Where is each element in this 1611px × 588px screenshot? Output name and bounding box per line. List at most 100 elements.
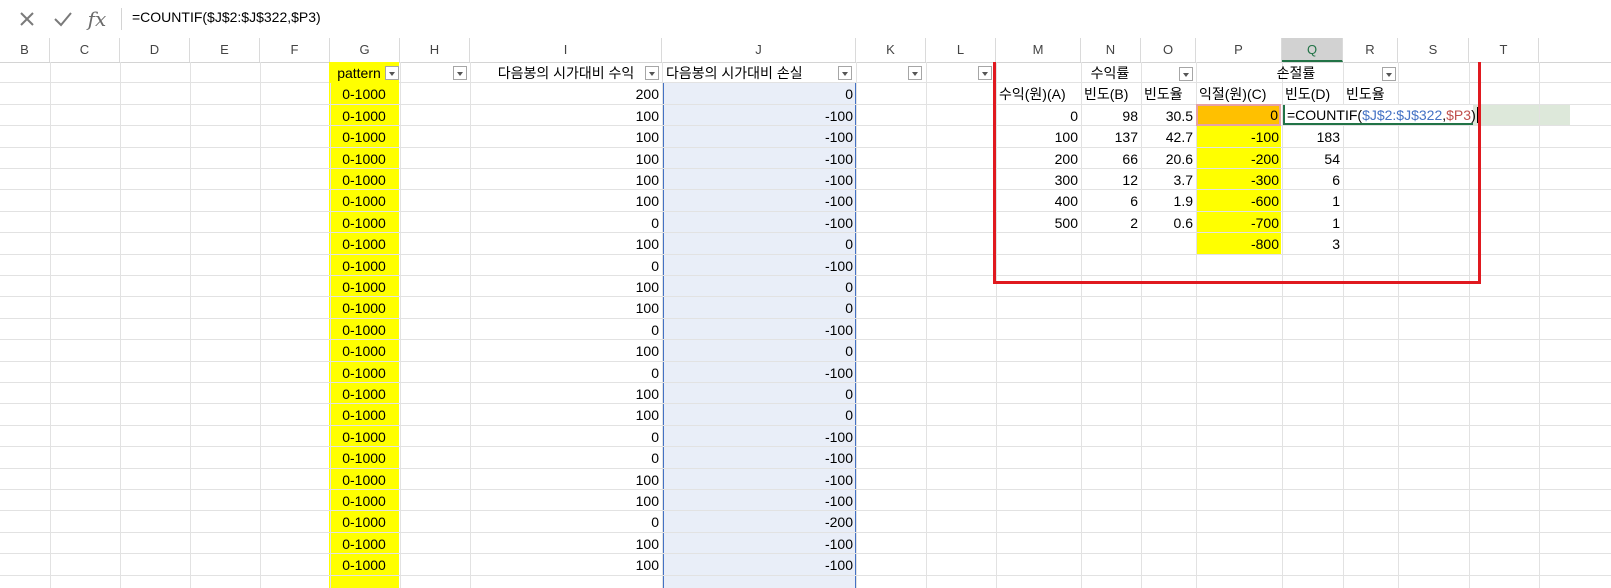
column-header-o[interactable]: O: [1141, 38, 1196, 62]
pattern-cell[interactable]: 0-1000: [329, 533, 399, 554]
pattern-cell[interactable]: 0-1000: [329, 297, 399, 318]
pattern-cell[interactable]: 0-1000: [329, 490, 399, 511]
column-header-t[interactable]: T: [1469, 38, 1539, 62]
column-header-p[interactable]: P: [1196, 38, 1282, 62]
formula-input[interactable]: =COUNTIF($J$2:$J$322,$P3): [132, 9, 321, 25]
cancel-x-icon[interactable]: [14, 6, 40, 32]
profit-cell[interactable]: 0: [470, 447, 662, 468]
profit-cell[interactable]: 100: [470, 469, 662, 490]
pattern-cell[interactable]: 0-1000: [329, 554, 399, 575]
filter-dropdown-g[interactable]: [385, 66, 399, 80]
loss-cell[interactable]: -100: [663, 255, 856, 276]
loss-cell[interactable]: -100: [663, 319, 856, 340]
loss-cell[interactable]: 0: [663, 233, 856, 254]
header-next-candle-profit[interactable]: 다음봉의 시가대비 수익: [470, 62, 662, 83]
profit-cell[interactable]: 100: [470, 297, 662, 318]
loss-cell[interactable]: -100: [663, 362, 856, 383]
pattern-cell[interactable]: 0-1000: [329, 126, 399, 147]
column-header-l[interactable]: L: [926, 38, 996, 62]
filter-dropdown-k[interactable]: [908, 66, 922, 80]
profit-cell[interactable]: 100: [470, 148, 662, 169]
column-header-s[interactable]: S: [1398, 38, 1469, 62]
pattern-cell[interactable]: 0-1000: [329, 233, 399, 254]
profit-cell[interactable]: 200: [470, 83, 662, 104]
column-header-f[interactable]: F: [260, 38, 330, 62]
loss-cell[interactable]: 0: [663, 276, 856, 297]
pattern-cell[interactable]: 0-1000: [329, 105, 399, 126]
pattern-cell[interactable]: 0-1000: [329, 404, 399, 425]
loss-cell[interactable]: 0: [663, 83, 856, 104]
column-header-i[interactable]: I: [470, 38, 662, 62]
pattern-cell[interactable]: 0-1000: [329, 83, 399, 104]
loss-cell[interactable]: -100: [663, 554, 856, 575]
loss-cell[interactable]: -100: [663, 169, 856, 190]
pattern-cell[interactable]: 0-1000: [329, 362, 399, 383]
pattern-cell[interactable]: 0-1000: [329, 276, 399, 297]
worksheet-grid[interactable]: 0-1000 200 0 0-1000 100 -100 0-1000 100 -100 0-10…: [0, 62, 1611, 588]
loss-cell[interactable]: -100: [663, 148, 856, 169]
column-header-k[interactable]: K: [856, 38, 926, 62]
profit-cell[interactable]: 100: [470, 233, 662, 254]
loss-cell[interactable]: -100: [663, 105, 856, 126]
insert-function-icon[interactable]: fx: [84, 6, 110, 32]
profit-cell[interactable]: 100: [470, 190, 662, 211]
profit-cell[interactable]: 100: [470, 533, 662, 554]
pattern-cell[interactable]: 0-1000: [329, 190, 399, 211]
loss-cell[interactable]: 0: [663, 383, 856, 404]
profit-cell[interactable]: 0: [470, 212, 662, 233]
profit-cell[interactable]: 0: [470, 511, 662, 532]
column-header-r[interactable]: R: [1343, 38, 1398, 62]
loss-cell[interactable]: 0: [663, 340, 856, 361]
filter-dropdown-h[interactable]: [453, 66, 467, 80]
column-header-h[interactable]: H: [400, 38, 470, 62]
loss-cell[interactable]: -100: [663, 126, 856, 147]
loss-cell[interactable]: 0: [663, 404, 856, 425]
pattern-cell[interactable]: 0-1000: [329, 426, 399, 447]
pattern-cell[interactable]: 0-1000: [329, 255, 399, 276]
pattern-cell[interactable]: 0-1000: [329, 340, 399, 361]
loss-cell[interactable]: -100: [663, 469, 856, 490]
loss-cell[interactable]: -100: [663, 447, 856, 468]
column-header-m[interactable]: M: [996, 38, 1081, 62]
pattern-cell[interactable]: 0-1000: [329, 169, 399, 190]
loss-cell[interactable]: -100: [663, 426, 856, 447]
filter-dropdown-l[interactable]: [978, 66, 992, 80]
loss-cell[interactable]: -100: [663, 490, 856, 511]
pattern-cell[interactable]: 0-1000: [329, 319, 399, 340]
column-header-d[interactable]: D: [120, 38, 190, 62]
column-header-q[interactable]: Q: [1282, 38, 1343, 62]
header-next-candle-loss[interactable]: 다음봉의 시가대비 손실: [663, 62, 856, 83]
filter-dropdown-j[interactable]: [838, 66, 852, 80]
column-header-c[interactable]: C: [50, 38, 120, 62]
loss-cell[interactable]: -100: [663, 190, 856, 211]
loss-cell[interactable]: -100: [663, 212, 856, 233]
profit-cell[interactable]: 0: [470, 362, 662, 383]
loss-cell[interactable]: -100: [663, 533, 856, 554]
profit-cell[interactable]: 100: [470, 276, 662, 297]
pattern-cell[interactable]: 0-1000: [329, 469, 399, 490]
loss-cell[interactable]: -200: [663, 511, 856, 532]
profit-cell[interactable]: 100: [470, 126, 662, 147]
profit-cell[interactable]: 100: [470, 554, 662, 575]
column-header-g[interactable]: G: [330, 38, 400, 62]
profit-cell[interactable]: 100: [470, 169, 662, 190]
profit-cell[interactable]: 0: [470, 426, 662, 447]
pattern-cell[interactable]: 0-1000: [329, 511, 399, 532]
column-header-e[interactable]: E: [190, 38, 260, 62]
column-header-b[interactable]: B: [0, 38, 50, 62]
profit-cell[interactable]: 0: [470, 255, 662, 276]
profit-cell[interactable]: 100: [470, 404, 662, 425]
pattern-cell[interactable]: 0-1000: [329, 212, 399, 233]
profit-cell[interactable]: 100: [470, 383, 662, 404]
filter-dropdown-i[interactable]: [645, 66, 659, 80]
profit-cell[interactable]: 100: [470, 490, 662, 511]
pattern-cell[interactable]: 0-1000: [329, 447, 399, 468]
loss-cell[interactable]: 0: [663, 297, 856, 318]
column-header-j[interactable]: J: [662, 38, 856, 62]
profit-cell[interactable]: 0: [470, 319, 662, 340]
pattern-cell[interactable]: 0-1000: [329, 383, 399, 404]
pattern-cell[interactable]: 0-1000: [329, 148, 399, 169]
profit-cell[interactable]: 100: [470, 105, 662, 126]
enter-check-icon[interactable]: [50, 6, 76, 32]
column-header-n[interactable]: N: [1081, 38, 1141, 62]
